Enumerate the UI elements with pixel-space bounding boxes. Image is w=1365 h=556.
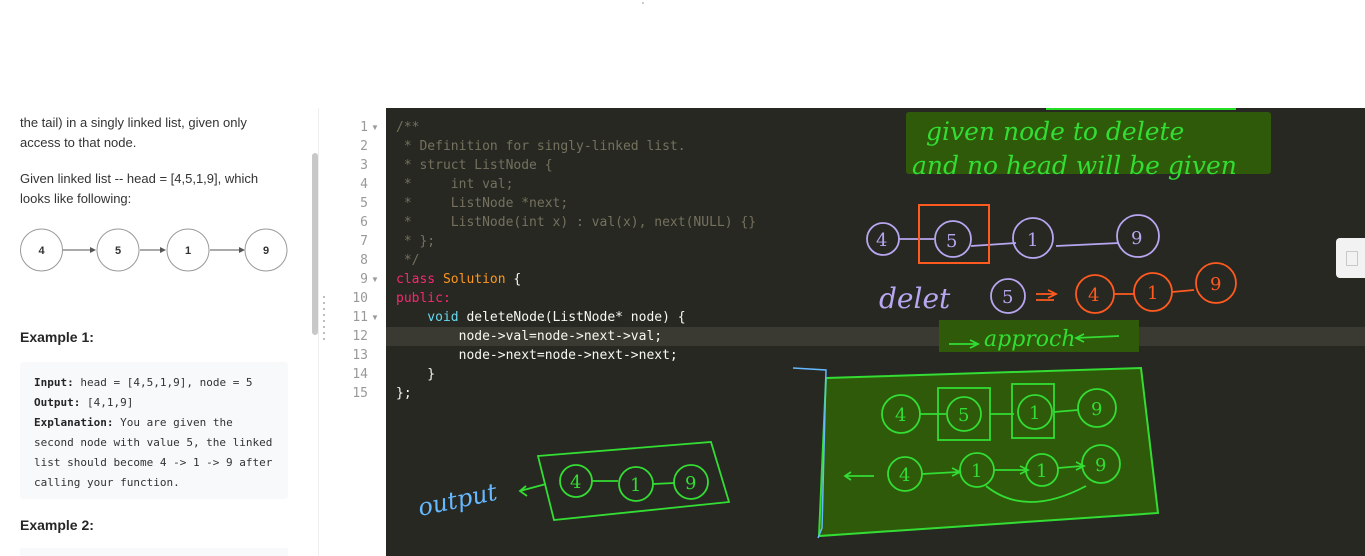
diagram-node-5: 5 xyxy=(946,231,957,252)
handwritten-annotations: given node to delete and no head will be… xyxy=(415,108,1271,539)
line-number: 14 xyxy=(352,367,368,382)
row1-node-4: 4 xyxy=(895,405,906,426)
after-node-9: 9 xyxy=(1210,274,1221,295)
code-editor[interactable]: /** * Definition for singly-linked list.… xyxy=(386,108,1365,556)
input-label: Input: xyxy=(34,376,74,389)
row1-node-5: 5 xyxy=(958,405,969,426)
line-number: 8 xyxy=(360,253,368,268)
svg-text:given node to delete: given node to delete xyxy=(926,117,1184,146)
row2-node-1b: 1 xyxy=(1036,461,1047,482)
top-blank-area xyxy=(0,0,1365,108)
explanation-label: Explanation: xyxy=(34,416,114,429)
list-node-9: 9 xyxy=(244,228,288,272)
line-number: 4 xyxy=(360,177,368,192)
note-no-head: and no head will be given xyxy=(912,151,1237,180)
line-number: 1 xyxy=(360,120,368,135)
after-node-1: 1 xyxy=(1147,283,1158,304)
output-node-4: 4 xyxy=(570,472,581,493)
row1-node-9: 9 xyxy=(1091,399,1102,420)
delete-label: delet xyxy=(879,282,951,315)
example-2-title: Example 2: xyxy=(20,517,94,533)
panel-icon xyxy=(1346,251,1358,266)
cursor-dot xyxy=(642,2,644,4)
original-list-diagram xyxy=(866,204,1160,264)
output-label: output xyxy=(415,478,499,522)
output-node-9: 9 xyxy=(685,473,696,494)
description-text-1: the tail) in a singly linked list, given… xyxy=(20,115,247,150)
description-text-2: Given linked list -- head = [4,5,1,9], w… xyxy=(20,171,259,206)
svg-text:5: 5 xyxy=(115,245,121,257)
diagram-node-1: 1 xyxy=(1027,230,1038,251)
resize-handle[interactable] xyxy=(322,296,326,344)
delete-node: 5 xyxy=(1002,287,1013,308)
example-1-box: Input: head = [4,5,1,9], node = 5 Output… xyxy=(20,362,288,499)
output-node-1: 1 xyxy=(630,475,641,496)
input-value: head = [4,5,1,9], node = 5 xyxy=(73,376,253,389)
note-given-node: given node to delete xyxy=(926,117,1184,146)
output-value: [4,1,9] xyxy=(80,396,134,409)
fold-arrow-icon[interactable]: ▼ xyxy=(371,123,379,132)
fold-arrow-icon[interactable]: ▼ xyxy=(371,313,379,322)
row2-node-4: 4 xyxy=(899,465,910,486)
problem-description-panel: the tail) in a singly linked list, given… xyxy=(0,108,318,556)
linked-list-figure: 4 5 1 9 xyxy=(20,228,290,272)
list-node-1: 1 xyxy=(166,228,210,272)
svg-text:9: 9 xyxy=(263,245,269,257)
fold-arrow-icon[interactable]: ▼ xyxy=(371,275,379,284)
svg-text:4: 4 xyxy=(38,245,45,257)
row2-node-1a: 1 xyxy=(971,461,982,482)
line-number: 10 xyxy=(352,291,368,306)
after-node-4: 4 xyxy=(1088,285,1099,306)
approach-label: approch xyxy=(984,327,1076,352)
line-number-gutter: 1 2 3 4 5 6 7 8 9 10 11 12 13 14 15 ▼ ▼ … xyxy=(330,108,386,556)
side-panel-toggle-button[interactable] xyxy=(1336,238,1365,278)
line-number: 15 xyxy=(352,386,368,401)
line-number: 7 xyxy=(360,234,368,249)
panel-divider xyxy=(318,108,319,556)
line-number: 9 xyxy=(360,272,368,287)
line-number: 13 xyxy=(352,348,368,363)
example-2-box xyxy=(20,548,288,556)
output-label: Output: xyxy=(34,396,81,409)
line-number: 3 xyxy=(360,158,368,173)
row1-node-1: 1 xyxy=(1029,403,1040,424)
line-number: 5 xyxy=(360,196,368,211)
line-number: 12 xyxy=(352,329,368,344)
diagram-node-9: 9 xyxy=(1131,228,1142,249)
row2-node-9: 9 xyxy=(1095,455,1106,476)
list-node-4: 4 xyxy=(20,228,63,272)
line-number: 11 xyxy=(352,310,368,325)
svg-text:1: 1 xyxy=(185,245,191,257)
diagram-node-4: 4 xyxy=(876,230,887,251)
example-1-title: Example 1: xyxy=(20,329,94,345)
line-number: 6 xyxy=(360,215,368,230)
svg-text:and no head will be given: and no head will be given xyxy=(912,151,1237,180)
after-delete-list xyxy=(1036,262,1237,314)
list-node-5: 5 xyxy=(96,228,140,272)
line-number: 2 xyxy=(360,139,368,154)
